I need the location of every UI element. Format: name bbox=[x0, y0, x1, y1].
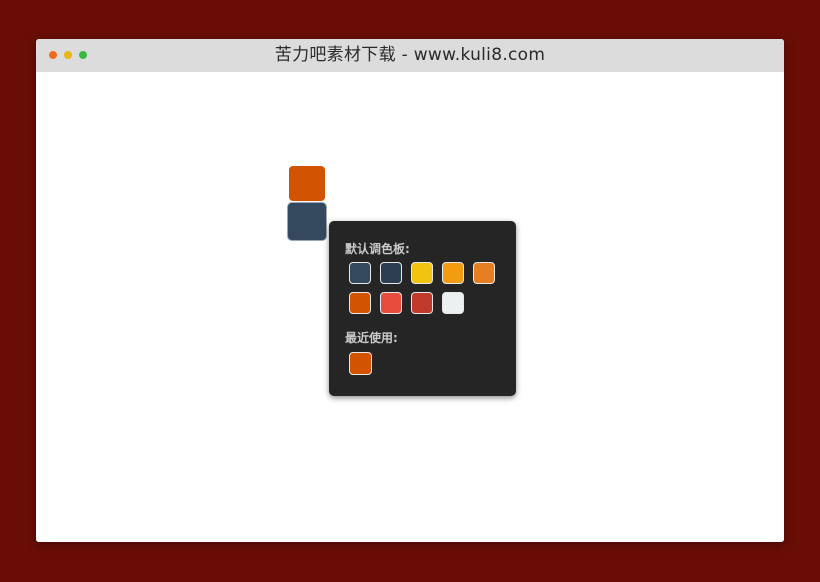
palette-color-swatch[interactable] bbox=[411, 292, 433, 314]
browser-window: 苦力吧素材下载 - www.kuli8.com 默认调色板: 最近使用: bbox=[36, 39, 784, 542]
window-title: 苦力吧素材下载 - www.kuli8.com bbox=[274, 45, 546, 65]
palette-color-swatch[interactable] bbox=[349, 292, 371, 314]
palette-color-swatch[interactable] bbox=[442, 262, 464, 284]
page-content: 默认调色板: 最近使用: bbox=[36, 72, 784, 542]
recent-colors-label: 最近使用: bbox=[345, 331, 398, 345]
palette-color-swatch[interactable] bbox=[473, 262, 495, 284]
palette-color-swatch[interactable] bbox=[411, 262, 433, 284]
color-picker-trigger[interactable] bbox=[287, 202, 327, 241]
color-palette-popup: 默认调色板: 最近使用: bbox=[329, 221, 516, 396]
default-palette-label: 默认调色板: bbox=[345, 242, 410, 256]
title-bar: 苦力吧素材下载 - www.kuli8.com bbox=[36, 39, 784, 72]
palette-color-swatch[interactable] bbox=[380, 292, 402, 314]
color-swatch-button[interactable] bbox=[289, 166, 325, 201]
palette-color-swatch[interactable] bbox=[442, 292, 464, 314]
recent-color-swatch[interactable] bbox=[349, 352, 372, 375]
palette-color-swatch[interactable] bbox=[349, 262, 371, 284]
palette-color-swatch[interactable] bbox=[380, 262, 402, 284]
